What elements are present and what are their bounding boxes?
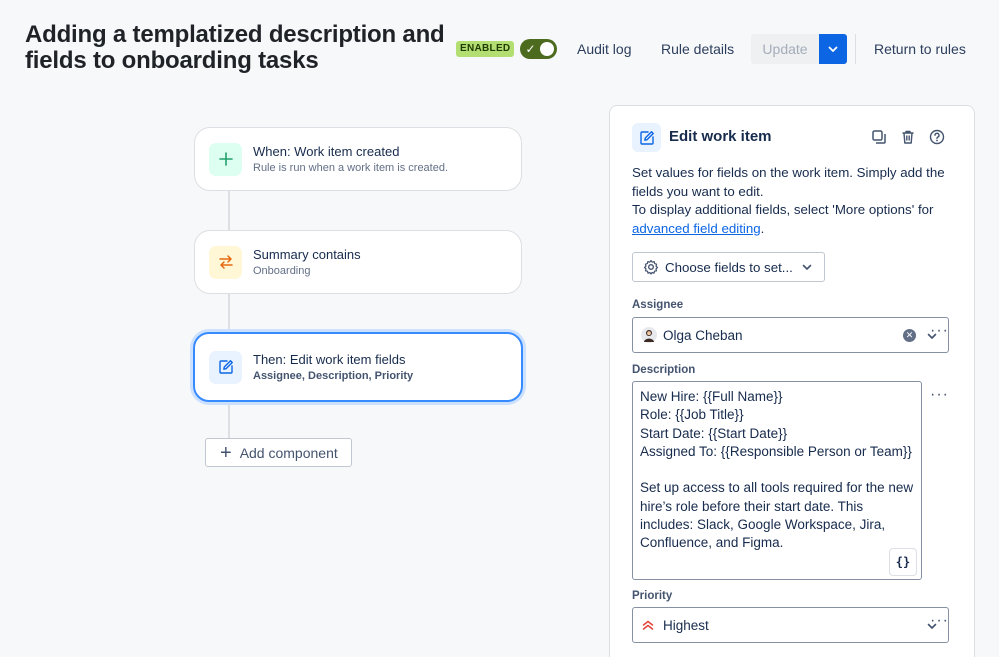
- condition-subtitle: Onboarding: [253, 264, 311, 277]
- action-card[interactable]: Then: Edit work item fields Assignee, De…: [193, 332, 523, 402]
- avatar: [641, 327, 657, 343]
- panel-description: Set values for fields on the work item. …: [632, 165, 945, 236]
- return-to-rules-button[interactable]: Return to rules: [866, 34, 974, 64]
- priority-label: Priority: [632, 590, 673, 602]
- enabled-toggle[interactable]: ✓: [520, 39, 558, 59]
- rule-status: ENABLED ✓: [456, 34, 558, 64]
- plus-icon: [209, 142, 242, 176]
- panel-description-text-2: To display additional fields, select 'Mo…: [632, 202, 934, 217]
- trigger-card[interactable]: When: Work item created Rule is run when…: [194, 127, 522, 191]
- choose-fields-label: Choose fields to set...: [665, 259, 793, 275]
- gear-icon: [643, 259, 659, 275]
- duplicate-icon[interactable]: [870, 128, 888, 146]
- priority-highest-icon: [642, 620, 654, 630]
- more-options-icon[interactable]: ···: [930, 322, 949, 340]
- edit-work-item-panel: Edit work item Set values for fields on …: [609, 105, 975, 657]
- audit-log-button[interactable]: Audit log: [569, 34, 639, 64]
- flow-connector: [228, 294, 230, 332]
- add-component-button[interactable]: + Add component: [205, 438, 352, 467]
- more-options-icon[interactable]: ···: [930, 612, 949, 630]
- rule-details-button[interactable]: Rule details: [653, 34, 742, 64]
- assignee-select[interactable]: Olga Cheban ✕: [632, 317, 949, 353]
- chevron-down-icon: [802, 264, 812, 270]
- edit-icon: [632, 123, 661, 152]
- advanced-field-editing-link[interactable]: advanced field editing: [632, 221, 761, 236]
- status-badge: ENABLED: [456, 41, 515, 57]
- priority-value: Highest: [663, 617, 709, 633]
- update-dropdown-button[interactable]: [819, 34, 847, 64]
- help-icon[interactable]: [928, 128, 946, 146]
- trigger-title: When: Work item created: [253, 143, 400, 159]
- action-subtitle: Assignee, Description, Priority: [253, 369, 414, 382]
- page-title: Adding a templatized description and fie…: [25, 21, 445, 74]
- description-label: Description: [632, 364, 696, 376]
- smart-value-button[interactable]: {}: [889, 548, 917, 576]
- condition-card[interactable]: Summary contains Onboarding: [194, 230, 522, 294]
- trash-icon[interactable]: [899, 128, 917, 146]
- clear-icon[interactable]: ✕: [903, 329, 916, 342]
- flow-connector: [228, 402, 230, 438]
- assignee-value: Olga Cheban: [663, 327, 743, 343]
- toggle-knob: [540, 42, 555, 56]
- header-divider: [855, 34, 856, 64]
- priority-select[interactable]: Highest: [632, 607, 949, 643]
- plus-icon: +: [220, 441, 232, 464]
- check-icon: ✓: [525, 42, 536, 56]
- add-component-label: Add component: [239, 444, 338, 461]
- assignee-label: Assignee: [632, 299, 684, 311]
- choose-fields-dropdown[interactable]: Choose fields to set...: [632, 252, 825, 282]
- more-options-icon[interactable]: ···: [930, 386, 949, 404]
- edit-icon: [209, 350, 242, 384]
- action-title: Then: Edit work item fields: [253, 351, 406, 367]
- chevron-down-icon: [828, 46, 838, 52]
- panel-description-text: Set values for fields on the work item. …: [632, 165, 945, 199]
- update-button[interactable]: Update: [751, 34, 819, 64]
- condition-title: Summary contains: [253, 246, 361, 262]
- swap-arrows-icon: [209, 245, 242, 279]
- description-textarea[interactable]: New Hire: {{Full Name}} Role: {{Job Titl…: [632, 381, 922, 580]
- panel-title: Edit work item: [669, 128, 772, 145]
- trigger-subtitle: Rule is run when a work item is created.: [253, 161, 449, 174]
- flow-connector: [228, 191, 230, 230]
